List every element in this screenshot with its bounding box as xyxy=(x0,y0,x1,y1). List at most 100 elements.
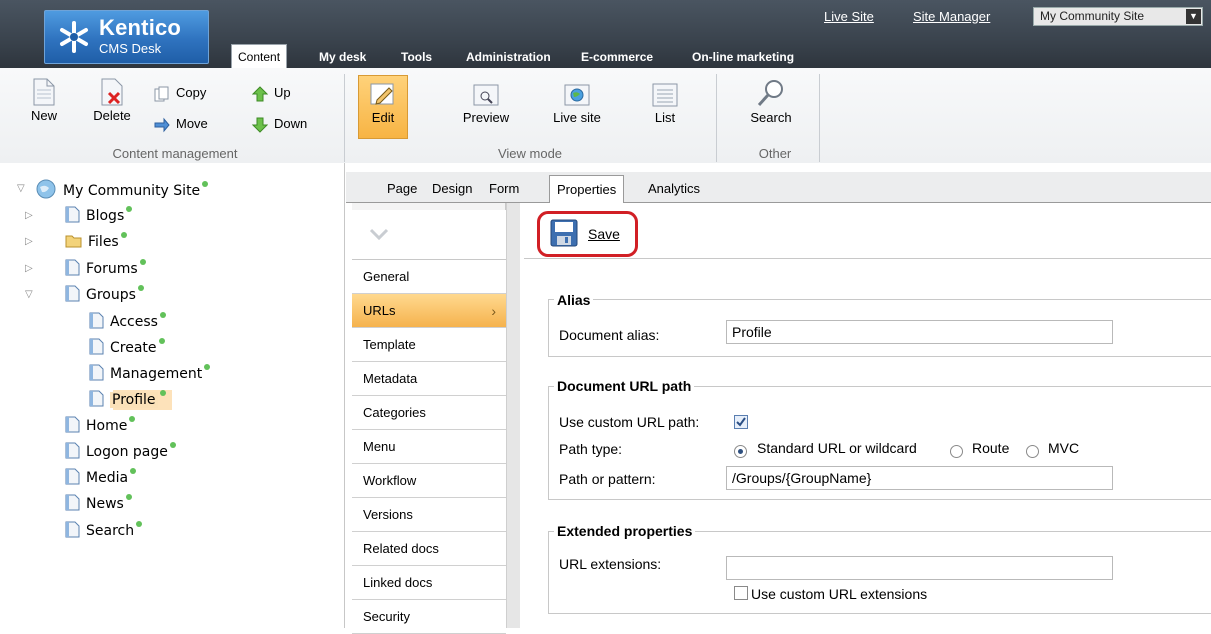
move-label: Move xyxy=(176,116,208,131)
tab-on-line-marketing[interactable]: On-line marketing xyxy=(686,46,800,68)
side-nav-linked-docs[interactable]: Linked docs xyxy=(352,566,506,600)
side-nav-workflow[interactable]: Workflow xyxy=(352,464,506,498)
search-button[interactable]: Search xyxy=(743,78,799,125)
tab-tools[interactable]: Tools xyxy=(395,46,438,68)
status-dot xyxy=(204,364,211,370)
tab-page[interactable]: Page xyxy=(380,175,424,203)
side-nav-template[interactable]: Template xyxy=(352,328,506,362)
down-button[interactable]: Down xyxy=(252,115,307,133)
move-arrow-icon xyxy=(154,117,170,132)
tree-root-label: My Community Site xyxy=(63,183,201,199)
page-icon xyxy=(89,390,104,407)
status-dot xyxy=(137,285,144,291)
tab-administration[interactable]: Administration xyxy=(460,46,557,68)
preview-button[interactable]: Preview xyxy=(456,78,516,125)
edit-button[interactable]: Edit xyxy=(358,75,408,139)
chevron-down-icon xyxy=(369,228,389,240)
list-icon xyxy=(652,83,678,107)
tree-item-access[interactable]: Access xyxy=(89,312,166,332)
page-icon xyxy=(65,259,80,276)
tree-item-groups[interactable]: Groups xyxy=(65,285,144,305)
tab-properties[interactable]: Properties xyxy=(549,175,625,204)
up-label: Up xyxy=(274,85,291,100)
copy-button[interactable]: Copy xyxy=(154,84,206,102)
use-custom-url-extensions-label[interactable]: Use custom URL extensions xyxy=(751,586,927,602)
tree-item-create[interactable]: Create xyxy=(89,338,165,358)
side-nav-metadata[interactable]: Metadata xyxy=(352,362,506,396)
tab-e-commerce[interactable]: E-commerce xyxy=(575,46,659,68)
edit-label: Edit xyxy=(371,110,395,125)
live-site-button[interactable]: Live site xyxy=(545,78,609,125)
document-alias-input[interactable]: Profile xyxy=(726,320,1113,344)
side-nav-scrollbar[interactable] xyxy=(506,203,520,628)
list-button[interactable]: List xyxy=(643,78,687,125)
radio-route[interactable] xyxy=(950,445,963,458)
expand-arrow-icon[interactable]: ▷ xyxy=(25,263,33,274)
radio-mvc[interactable] xyxy=(1026,445,1039,458)
url-extensions-label: URL extensions: xyxy=(559,556,662,572)
kentico-snowflake-icon xyxy=(60,21,88,53)
move-button[interactable]: Move xyxy=(154,115,208,133)
path-or-pattern-input[interactable]: /Groups/{GroupName} xyxy=(726,466,1113,490)
url-extensions-input[interactable] xyxy=(726,556,1113,580)
tree-item-news[interactable]: News xyxy=(65,494,132,514)
collapse-arrow-icon[interactable]: ▽ xyxy=(17,183,25,194)
delete-button[interactable]: Delete xyxy=(90,78,134,123)
dropdown-arrow-icon[interactable]: ▼ xyxy=(1186,9,1201,24)
kentico-logo[interactable]: Kentico CMS Desk xyxy=(44,10,209,64)
ribbon-divider xyxy=(344,74,345,162)
side-nav-label: Security xyxy=(363,609,410,624)
new-document-icon xyxy=(33,78,55,106)
tree-item-forums[interactable]: Forums xyxy=(65,259,146,279)
live-site-link[interactable]: Live Site xyxy=(824,9,874,24)
status-dot xyxy=(136,521,143,527)
tree-item-blogs[interactable]: Blogs xyxy=(65,206,133,226)
site-manager-link[interactable]: Site Manager xyxy=(913,9,990,24)
side-nav-collapse[interactable] xyxy=(352,210,506,260)
save-highlight-annotation xyxy=(537,211,638,257)
tree-item-search[interactable]: Search xyxy=(65,521,143,541)
radio-mvc-label[interactable]: MVC xyxy=(1048,440,1079,456)
status-dot xyxy=(159,390,166,396)
side-nav-security[interactable]: Security xyxy=(352,600,506,634)
page-icon xyxy=(65,206,80,223)
side-nav-categories[interactable]: Categories xyxy=(352,396,506,430)
expand-arrow-icon[interactable]: ▷ xyxy=(25,210,33,221)
new-button[interactable]: New xyxy=(26,78,62,123)
tree-item-media[interactable]: Media xyxy=(65,468,137,488)
tab-content[interactable]: Content xyxy=(231,44,288,69)
expand-arrow-icon[interactable]: ▷ xyxy=(25,236,33,247)
brand-name: Kentico xyxy=(99,15,182,40)
tab-my-desk[interactable]: My desk xyxy=(313,46,372,68)
tree-item-label: Logon page xyxy=(86,444,168,460)
radio-standard-url-label[interactable]: Standard URL or wildcard xyxy=(757,440,917,456)
tree-root[interactable]: My Community Site xyxy=(35,178,209,199)
use-custom-url-extensions-checkbox[interactable] xyxy=(734,586,748,600)
radio-route-label[interactable]: Route xyxy=(972,440,1009,456)
group-label-view-mode: View mode xyxy=(497,146,563,161)
side-nav-related-docs[interactable]: Related docs xyxy=(352,532,506,566)
page-icon xyxy=(65,521,80,538)
side-nav-versions[interactable]: Versions xyxy=(352,498,506,532)
tree-item-management[interactable]: Management xyxy=(89,364,211,384)
extended-properties-legend: Extended properties xyxy=(554,523,696,539)
down-label: Down xyxy=(274,116,308,131)
tab-design[interactable]: Design xyxy=(425,175,479,203)
up-button[interactable]: Up xyxy=(252,84,291,102)
side-nav-general[interactable]: General xyxy=(352,260,506,294)
tree-item-logon-page[interactable]: Logon page xyxy=(65,442,176,462)
tree-item-profile[interactable]: Profile xyxy=(89,390,172,410)
tab-form[interactable]: Form xyxy=(482,175,526,203)
tree-item-files[interactable]: Files xyxy=(65,232,127,252)
site-selector[interactable]: My Community Site ▼ xyxy=(1033,7,1203,26)
tab-analytics[interactable]: Analytics xyxy=(641,175,707,203)
radio-standard-url[interactable] xyxy=(734,445,747,458)
tree-item-label: Create xyxy=(110,340,157,356)
folder-icon xyxy=(65,235,82,248)
side-nav-urls[interactable]: URLs › xyxy=(352,294,506,328)
delete-document-icon xyxy=(101,78,123,106)
side-nav-menu[interactable]: Menu xyxy=(352,430,506,464)
use-custom-url-path-checkbox[interactable] xyxy=(734,415,748,429)
tree-item-home[interactable]: Home xyxy=(65,416,136,436)
collapse-arrow-icon[interactable]: ▽ xyxy=(25,289,33,300)
